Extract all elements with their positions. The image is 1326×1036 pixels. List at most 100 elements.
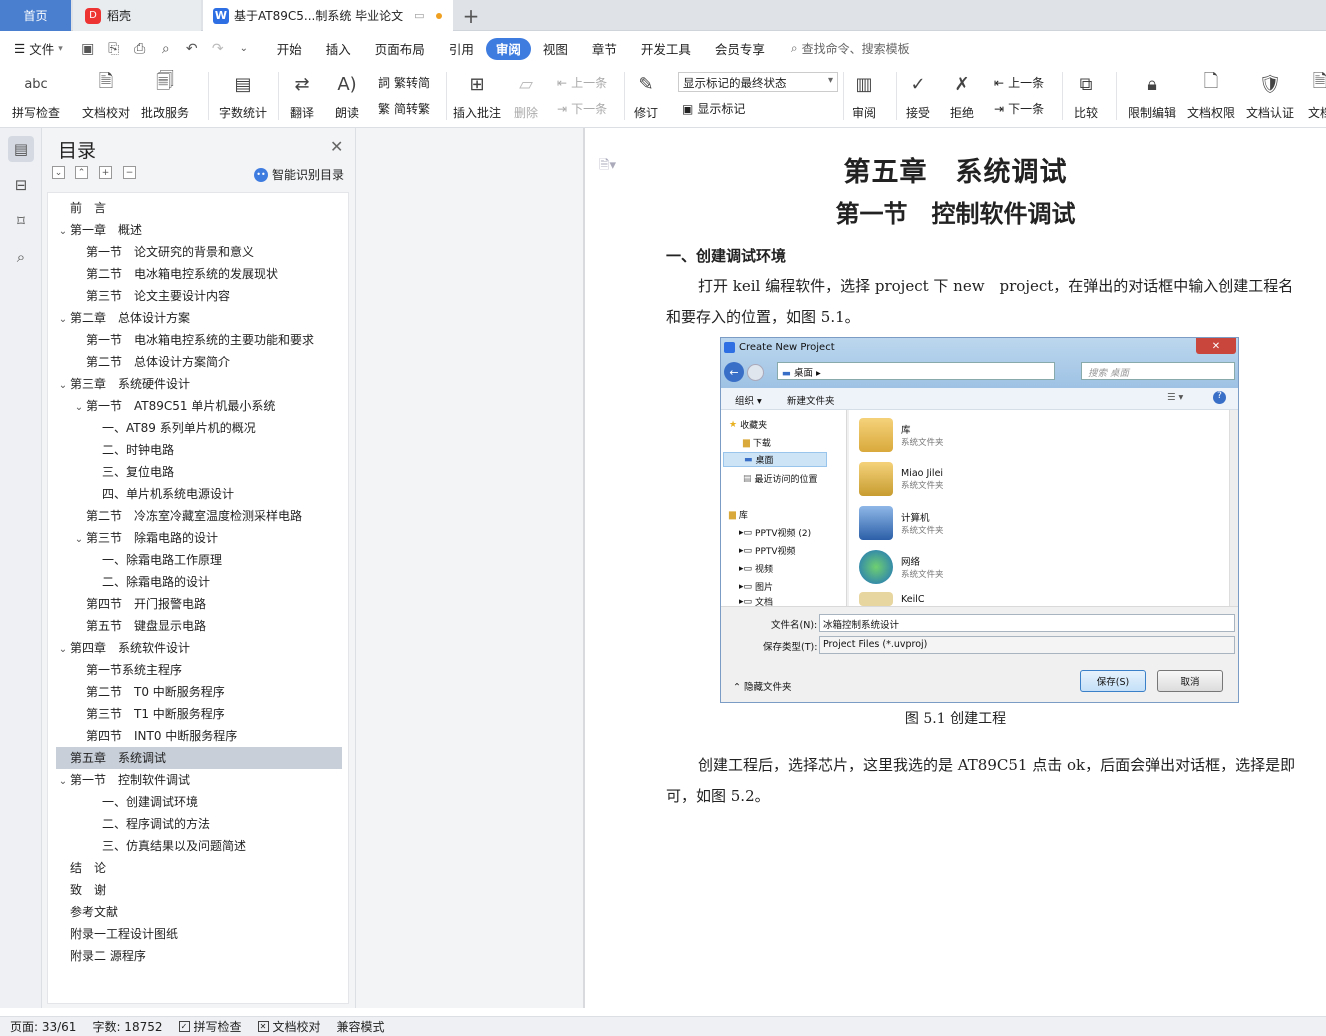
chevron-down-icon[interactable]: ⌄ [56, 375, 70, 397]
word-count[interactable]: 字数: 18752 [92, 1018, 162, 1035]
menu-item-view[interactable]: 视图 [531, 38, 580, 60]
toc-item[interactable]: 三、仿真结果以及问题简述 [56, 835, 342, 857]
file-menu[interactable]: ☰ 文件 ▾ [0, 38, 75, 60]
toc-panel-icon[interactable]: ▤ [8, 136, 34, 162]
spell-check-button[interactable]: abc 拼写检查 [12, 70, 60, 121]
simp-to-trad-button[interactable]: 繁简转繁 [378, 100, 430, 117]
toc-item[interactable]: 第三节 论文主要设计内容 [56, 285, 342, 307]
toc-item[interactable]: 三、复位电路 [56, 461, 342, 483]
toc-item[interactable]: 一、AT89 系列单片机的概况 [56, 417, 342, 439]
toc-item[interactable]: ⌄ 第一节 AT89C51 单片机最小系统 [56, 395, 342, 417]
chapter-nav-icon[interactable]: ⊟ [8, 172, 34, 198]
toc-item[interactable]: 第五节 键盘显示电路 [56, 615, 342, 637]
show-markup-button[interactable]: ▣ 显示标记 [682, 100, 745, 117]
next-change-button[interactable]: ⇥ 下一条 [994, 100, 1044, 117]
toc-item[interactable]: 第一节 电冰箱电控系统的主要功能和要求 [56, 329, 342, 351]
toc-item[interactable]: ⌄ 第三节 除霜电路的设计 [56, 527, 342, 549]
command-search[interactable]: ⌕ 查找命令、搜索模板 [791, 40, 910, 57]
add-heading-icon[interactable]: + [99, 166, 112, 179]
export-icon[interactable]: ⎘ [105, 41, 123, 57]
tab-document[interactable]: W 基于AT89C5...制系统 毕业论文 ▭ [203, 0, 453, 31]
accept-button[interactable]: ✓ 接受 [904, 70, 932, 121]
toc-item[interactable]: 前 言 [56, 197, 342, 219]
undo-icon[interactable]: ↶ [183, 41, 201, 57]
review-pane-button[interactable]: ▥ 审阅 [850, 70, 878, 121]
toc-item[interactable]: 第二节 总体设计方案简介 [56, 351, 342, 373]
menu-item-review[interactable]: 审阅 [485, 37, 531, 60]
close-icon[interactable]: ✕ [330, 137, 343, 156]
redo-icon[interactable]: ↷ [209, 41, 227, 57]
doc-certify-button[interactable]: 🛡︎ 文档认证 [1246, 70, 1294, 121]
toc-item[interactable]: ⌄ 第一章 概述 [56, 219, 342, 241]
next-comment-button[interactable]: ⇥ 下一条 [557, 100, 607, 117]
toc-item[interactable]: 第二节 T0 中断服务程序 [56, 681, 342, 703]
toc-item[interactable]: 四、单片机系统电源设计 [56, 483, 342, 505]
chevron-down-icon[interactable]: ⌄ [56, 771, 70, 793]
menu-item-chapter[interactable]: 章节 [580, 38, 629, 60]
status-proof[interactable]: ✕ 文档校对 [257, 1018, 321, 1035]
print-icon[interactable]: ⎙ [131, 41, 149, 57]
menu-item-reference[interactable]: 引用 [437, 38, 486, 60]
toc-item[interactable]: 附录二 源程序 [56, 945, 342, 967]
doc-proof-button[interactable]: 🗎 文档校对 [82, 70, 130, 121]
toc-item[interactable]: 参考文献 [56, 901, 342, 923]
reject-button[interactable]: ✗ 拒绝 [948, 70, 976, 121]
toc-item[interactable]: 第一节系统主程序 [56, 659, 342, 681]
insert-comment-button[interactable]: ⊞ 插入批注 [453, 70, 501, 121]
compare-button[interactable]: ⧉ 比较 [1072, 70, 1100, 121]
monitor-icon[interactable]: ▭ [414, 9, 424, 22]
collapse-all-icon[interactable]: ⌃ [75, 166, 88, 179]
toc-item[interactable]: 第二节 冷冻室冷藏室温度检测采样电路 [56, 505, 342, 527]
chevron-down-icon[interactable]: ⌄ [56, 639, 70, 661]
print-preview-icon[interactable]: ⌕ [157, 41, 175, 57]
toc-item[interactable]: 二、时钟电路 [56, 439, 342, 461]
revise-button[interactable]: ✎ 修订 [632, 70, 660, 121]
tab-daoke[interactable]: D 稻壳 [73, 0, 201, 31]
toc-item[interactable]: 二、除霜电路的设计 [56, 571, 342, 593]
prev-comment-button[interactable]: ⇤ 上一条 [557, 74, 607, 91]
tab-home[interactable]: 首页 [0, 0, 71, 31]
status-spell-check[interactable]: ✓ 拼写检查 [178, 1018, 242, 1035]
prev-change-button[interactable]: ⇤ 上一条 [994, 74, 1044, 91]
chevron-down-icon[interactable]: ⌄ [56, 221, 70, 243]
toc-item[interactable]: ⌄ 第一节 控制软件调试 [56, 769, 342, 791]
toc-item[interactable]: 第二节 电冰箱电控系统的发展现状 [56, 263, 342, 285]
save-icon[interactable]: ▣ [79, 41, 97, 57]
doc-permission-button[interactable]: 🗋 文档权限 [1187, 70, 1235, 121]
toc-item[interactable]: ⌄ 第三章 系统硬件设计 [56, 373, 342, 395]
chevron-down-icon[interactable]: ⌄ [56, 309, 70, 331]
bookmark-icon[interactable]: ⌑ [8, 208, 34, 234]
toc-item[interactable]: 结 论 [56, 857, 342, 879]
document-page[interactable]: 🗎▾ 第五章 系统调试 第一节 控制软件调试 一、创建调试环境 打开 keil … [585, 128, 1326, 1008]
translate-button[interactable]: ⇄ 翻译 [288, 70, 316, 121]
toc-item[interactable]: 第四节 开门报警电路 [56, 593, 342, 615]
search-icon[interactable]: ⌕ [8, 244, 34, 270]
word-count-button[interactable]: ▤ 字数统计 [219, 70, 267, 121]
toc-item[interactable]: 第四节 INT0 中断服务程序 [56, 725, 342, 747]
toc-item[interactable]: ⌄ 第二章 总体设计方案 [56, 307, 342, 329]
read-aloud-button[interactable]: A) 朗读 [333, 70, 361, 121]
smart-toc-button[interactable]: •• 智能识别目录 [254, 166, 344, 183]
toc-item[interactable]: 致 谢 [56, 879, 342, 901]
menu-item-insert[interactable]: 插入 [314, 38, 363, 60]
annotate-service-button[interactable]: 🗐 批改服务 [141, 70, 189, 121]
menu-item-start[interactable]: 开始 [265, 38, 314, 60]
toc-item[interactable]: 附录一工程设计图纸 [56, 923, 342, 945]
chevron-down-icon[interactable]: ⌄ [72, 397, 86, 419]
toc-item[interactable]: 一、除霜电路工作原理 [56, 549, 342, 571]
toc-item[interactable]: 第五章 系统调试 [56, 747, 342, 769]
track-mode-select[interactable]: 显示标记的最终状态 [678, 72, 838, 92]
toc-item[interactable]: 二、程序调试的方法 [56, 813, 342, 835]
toc-item[interactable]: ⌄ 第四章 系统软件设计 [56, 637, 342, 659]
toc-item[interactable]: 一、创建调试环境 [56, 791, 342, 813]
new-tab-button[interactable]: + [458, 0, 484, 31]
quick-access-more-icon[interactable]: ⌄ [235, 41, 253, 57]
menu-item-member[interactable]: 会员专享 [703, 38, 777, 60]
toc-item[interactable]: 第一节 论文研究的背景和意义 [56, 241, 342, 263]
more-doc-button[interactable]: 🗎 文档 [1306, 70, 1326, 121]
restrict-edit-button[interactable]: 🔒︎ 限制编辑 [1128, 70, 1176, 121]
remove-heading-icon[interactable]: − [123, 166, 136, 179]
menu-item-devtools[interactable]: 开发工具 [629, 38, 703, 60]
menu-item-layout[interactable]: 页面布局 [363, 38, 437, 60]
delete-comment-button[interactable]: ▱ 删除 [512, 70, 540, 121]
